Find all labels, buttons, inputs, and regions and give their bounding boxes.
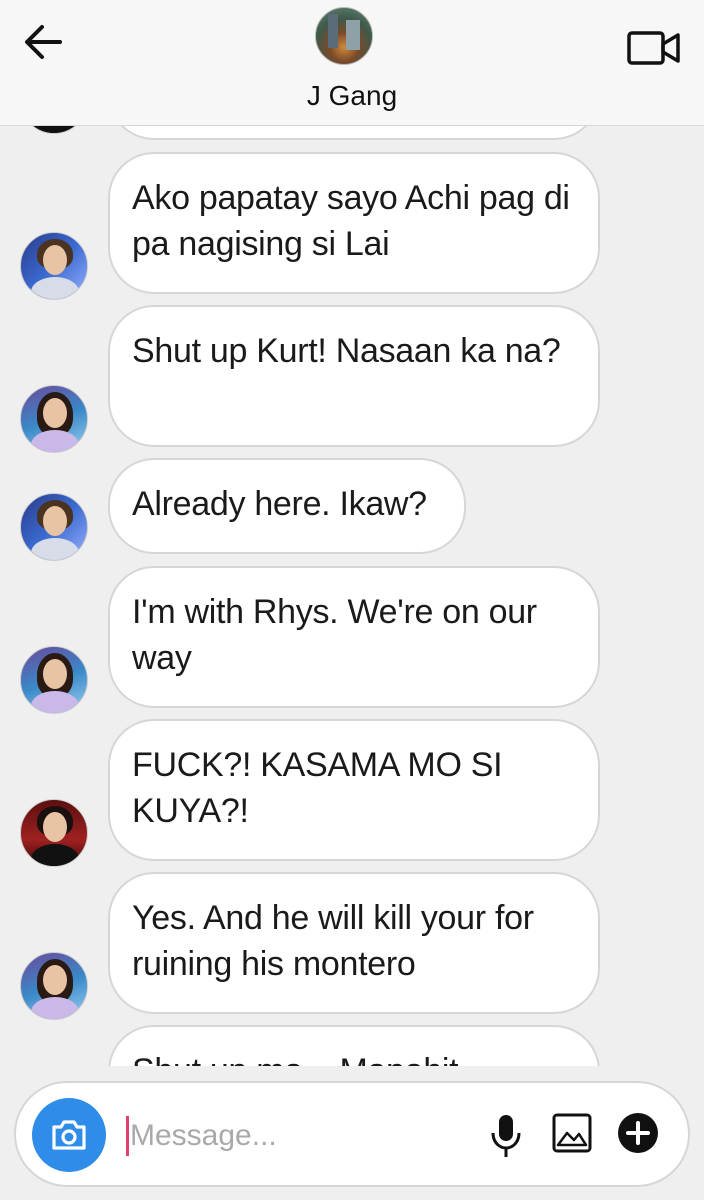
avatar[interactable] <box>20 799 88 867</box>
message-bubble[interactable]: I'm with Rhys. We're on our way <box>108 566 600 708</box>
back-button[interactable] <box>20 20 66 64</box>
message-list[interactable]: Ako papatay sayo Achi pag di pa nagising… <box>0 126 704 1066</box>
message-bubble[interactable]: FUCK?! KASAMA MO SI KUYA?! <box>108 719 600 861</box>
group-avatar[interactable] <box>315 7 373 65</box>
add-button[interactable] <box>616 1111 660 1155</box>
chat-title[interactable]: J Gang <box>0 80 704 112</box>
plus-circle-icon <box>618 1113 658 1153</box>
microphone-button[interactable] <box>488 1113 524 1159</box>
video-call-button[interactable] <box>626 28 682 68</box>
avatar[interactable] <box>20 493 88 561</box>
microphone-icon <box>491 1115 521 1157</box>
avatar[interactable] <box>20 385 88 453</box>
avatar[interactable] <box>20 952 88 1020</box>
message-bubble[interactable]: Yes. And he will kill your for ruining h… <box>108 872 600 1014</box>
message-bubble[interactable] <box>108 126 600 140</box>
message-bubble[interactable]: Shut up ma... Mapahit... <box>108 1025 600 1066</box>
message-input[interactable] <box>130 1111 470 1161</box>
chat-header: J Gang <box>0 0 704 126</box>
video-camera-icon <box>627 31 680 65</box>
avatar[interactable] <box>20 126 88 134</box>
message-bubble[interactable]: Shut up Kurt! Nasaan ka na? <box>108 305 600 447</box>
avatar[interactable] <box>20 646 88 714</box>
message-bubble[interactable]: Ako papatay sayo Achi pag di pa nagising… <box>108 152 600 294</box>
image-button[interactable] <box>552 1113 592 1153</box>
camera-icon <box>52 1120 86 1150</box>
message-bubble[interactable]: Already here. Ikaw? <box>108 458 466 554</box>
arrow-left-icon <box>25 25 62 59</box>
avatar[interactable] <box>20 232 88 300</box>
message-composer <box>14 1081 690 1187</box>
image-icon <box>552 1113 592 1153</box>
camera-button[interactable] <box>32 1098 106 1172</box>
text-caret <box>126 1116 129 1156</box>
